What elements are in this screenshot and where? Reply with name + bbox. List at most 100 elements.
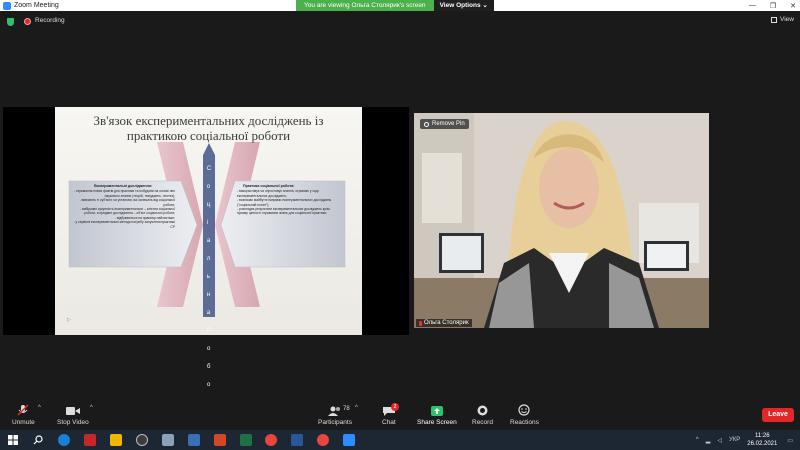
- pillar-letter: С: [206, 166, 212, 172]
- unmute-label: Unmute: [12, 419, 35, 426]
- zoom-taskbar-icon[interactable]: [343, 434, 355, 446]
- windows-start-icon[interactable]: [8, 435, 18, 445]
- pillar-letter: л: [206, 256, 211, 262]
- clock-time: 11:26: [755, 433, 770, 439]
- presentation-slide: Зв'язок експериментальних досліджень із …: [55, 107, 362, 424]
- slide-play-icon: ▷: [67, 317, 71, 323]
- share-screen-icon: [430, 404, 443, 416]
- left-box-heading: Експериментальні дослідження:: [93, 184, 153, 188]
- tray-up-arrow-icon[interactable]: ^: [696, 437, 699, 443]
- leave-button[interactable]: Leave: [762, 408, 794, 422]
- right-box-heading: Практика соціальної роботи:: [243, 184, 295, 188]
- pillar-letter: ц: [206, 202, 211, 208]
- social-work-pillar: С о ц і а л ь н а Р о б о т а: [203, 155, 215, 424]
- recording-label: Recording: [35, 17, 65, 24]
- close-button[interactable]: ✕: [790, 2, 796, 10]
- unmute-button[interactable]: Unmute: [12, 404, 35, 426]
- pin-icon: [424, 121, 429, 127]
- pillar-letter: о: [206, 382, 211, 388]
- shared-screen[interactable]: Зв'язок експериментальних досліджень із …: [3, 107, 409, 424]
- window-controls: — ❐ ✕: [749, 0, 796, 11]
- pillar-letter: а: [206, 238, 211, 244]
- video-frame-illustration: [414, 113, 709, 328]
- share-screen-button[interactable]: Share Screen: [417, 404, 457, 426]
- pillar-letter: а: [206, 310, 211, 316]
- viewing-screen-label: You are viewing Ольга Столярик's screen: [296, 0, 434, 11]
- meeting-top-bar: Recording View: [0, 11, 800, 31]
- share-screen-label: Share Screen: [417, 419, 457, 426]
- slide-title: Зв'язок експериментальних досліджень із …: [93, 113, 324, 143]
- stop-video-button[interactable]: Stop Video: [57, 404, 89, 426]
- record-icon: [477, 404, 488, 416]
- pillar-letter: б: [206, 364, 211, 370]
- right-item: - визначає майбутні напрями експеримента…: [237, 198, 332, 207]
- system-tray: ^ ▂ ◁ УКР 11:26 26.02.2021 ▭: [696, 430, 800, 450]
- pillar-letter: і: [206, 220, 209, 226]
- left-item: - вибірково сукупність експериментально …: [80, 207, 175, 216]
- participants-icon: [327, 404, 342, 416]
- file-explorer-icon[interactable]: [110, 434, 122, 446]
- smiley-icon: [518, 404, 531, 416]
- minimize-button[interactable]: —: [749, 2, 756, 9]
- clock-date: 26.02.2021: [747, 441, 778, 447]
- social-work-practice-box: Практика соціальної роботи: - використов…: [233, 181, 343, 267]
- search-icon[interactable]: [33, 435, 43, 445]
- app-icon[interactable]: [136, 434, 148, 446]
- stop-video-label: Stop Video: [57, 419, 89, 426]
- meeting-toolbar: Unmute ^ Stop Video ^ Participants 78 ^ …: [0, 400, 800, 430]
- muted-mic-icon: [419, 320, 422, 326]
- zoom-logo-icon: [3, 1, 11, 10]
- view-options-button[interactable]: View Options ⌄: [433, 0, 494, 11]
- video-camera-icon: [65, 404, 80, 416]
- edge-browser-icon[interactable]: [58, 434, 70, 446]
- participant-video[interactable]: [414, 113, 709, 328]
- reactions-label: Reactions: [510, 419, 539, 426]
- language-indicator[interactable]: УКР: [729, 437, 740, 443]
- right-item: - використовує чи спростовує знання, отр…: [237, 189, 319, 198]
- left-item: - вивчають ті суб'єкти чи установи, які …: [79, 198, 175, 207]
- video-options-caret-icon[interactable]: ^: [90, 405, 93, 411]
- record-button[interactable]: Record: [472, 404, 493, 426]
- chrome-icon[interactable]: [317, 434, 329, 446]
- pillar-letter: о: [206, 184, 211, 190]
- excel-icon[interactable]: [240, 434, 252, 446]
- app-icon[interactable]: [162, 434, 174, 446]
- participants-label: Participants: [318, 419, 352, 426]
- recording-icon: [24, 18, 31, 25]
- grid-view-icon: [771, 16, 778, 23]
- pillar-letter: о: [206, 346, 211, 352]
- network-icon[interactable]: ▂: [706, 437, 711, 444]
- powerpoint-icon[interactable]: [214, 434, 226, 446]
- share-banner: You are viewing Ольга Столярик's screen …: [296, 0, 494, 11]
- chat-unread-badge: 2: [391, 403, 399, 411]
- maximize-button[interactable]: ❐: [770, 2, 776, 10]
- chrome-icon[interactable]: [265, 434, 277, 446]
- volume-icon[interactable]: ◁: [717, 437, 722, 444]
- participants-count: 78: [343, 406, 350, 412]
- remove-pin-button[interactable]: Remove Pin: [420, 119, 469, 129]
- notifications-icon[interactable]: ▭: [787, 437, 793, 444]
- remove-pin-label: Remove Pin: [432, 121, 465, 127]
- left-item: - у сервісні експериментальні методи пот…: [73, 220, 175, 229]
- app-icon[interactable]: [84, 434, 96, 446]
- security-shield-icon[interactable]: [7, 18, 14, 26]
- right-item: - розглядає результати експериментальних…: [237, 207, 330, 216]
- audio-options-caret-icon[interactable]: ^: [38, 405, 41, 411]
- reactions-button[interactable]: Reactions: [510, 404, 539, 426]
- participant-name: Ольга Столярик: [424, 320, 469, 326]
- muted-microphone-icon: [17, 404, 29, 416]
- left-item: - отримання нових фактів для практики та…: [73, 189, 175, 198]
- view-label: View: [780, 16, 794, 23]
- chat-label: Chat: [382, 419, 396, 426]
- participant-name-tag: Ольга Столярик: [416, 319, 472, 327]
- clock[interactable]: 11:26 26.02.2021: [747, 432, 777, 448]
- pillar-letter: н: [206, 292, 211, 298]
- pillar-letter: ь: [206, 274, 210, 280]
- participants-options-caret-icon[interactable]: ^: [355, 405, 358, 411]
- window-title: Zoom Meeting: [14, 2, 59, 9]
- view-button[interactable]: View: [771, 16, 794, 23]
- pillar-letter: Р: [206, 328, 211, 334]
- windows-taskbar: ^ ▂ ◁ УКР 11:26 26.02.2021 ▭: [0, 430, 800, 450]
- app-icon[interactable]: [188, 434, 200, 446]
- word-icon[interactable]: [291, 434, 303, 446]
